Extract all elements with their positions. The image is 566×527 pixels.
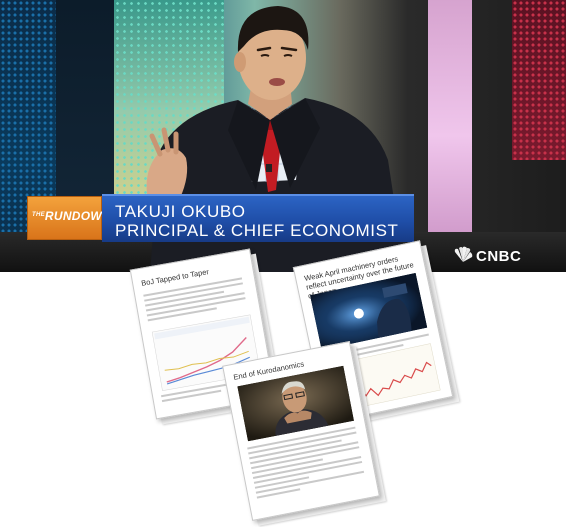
network-logo: CNBC <box>452 246 552 268</box>
peacock-icon <box>454 246 473 262</box>
lower-third: TAKUJI OKUBO PRINCIPAL & CHIEF ECONOMIST <box>102 194 414 242</box>
network-name: CNBC <box>476 248 522 265</box>
studio-screen-right <box>512 0 566 160</box>
guest-name: TAKUJI OKUBO <box>115 202 246 221</box>
segment-prefix: THE <box>32 212 45 218</box>
tv-frame: THERUNDOWN TAKUJI OKUBO PRINCIPAL & CHIE… <box>0 0 566 272</box>
guest-title: PRINCIPAL & CHIEF ECONOMIST <box>115 221 399 240</box>
segment-logo: THERUNDOWN <box>27 196 111 240</box>
